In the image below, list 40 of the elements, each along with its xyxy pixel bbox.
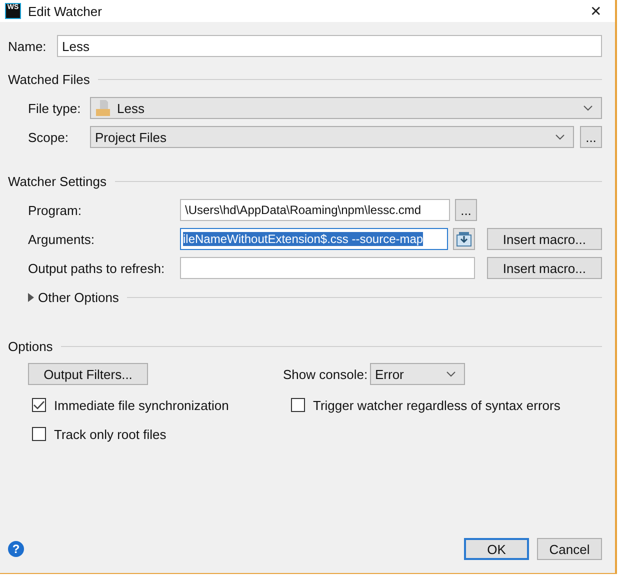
input-field[interactable]: \Users\hd\AppData\Roaming\npm\lessc.cmd [180,199,450,221]
expander-toggle[interactable]: Other Options [28,290,119,304]
checkbox[interactable] [32,427,46,441]
field-label: Name: [8,38,48,54]
input-field[interactable]: ileNameWithoutExtension$.css --source-map [180,228,448,250]
window-title: Edit Watcher [28,4,103,18]
ok-button[interactable]: OK [464,538,529,560]
insert-icon [456,231,472,247]
field-label: Program: [28,202,82,218]
chevron-down-icon [446,371,456,377]
console-dropdown[interactable]: Error [370,363,465,385]
cancel-button[interactable]: Cancel [537,538,602,560]
field-label: Scope: [28,130,70,144]
file-type-dropdown[interactable]: Less [90,97,602,119]
section-title: Options [8,338,53,354]
checkbox-label: Immediate file synchronization [54,398,229,412]
checkbox[interactable] [291,398,305,412]
scope-dropdown[interactable]: Project Files [90,126,574,148]
input-field[interactable] [180,257,475,279]
field-label: Arguments: [28,232,96,246]
chevron-down-icon [583,105,593,111]
chevron-down-icon [555,134,565,140]
output-filters-button[interactable]: Output Filters... [28,363,148,385]
insert-macro-button[interactable]: Insert macro... [486,228,602,250]
browse-button[interactable]: ... [580,126,602,148]
section-title: Watched Files [8,72,90,86]
insert-macro-button[interactable]: Insert macro... [486,257,602,279]
less-file-icon [95,100,111,116]
field-label: Output paths to refresh: [28,260,166,276]
help-button[interactable]: ? [8,541,24,557]
field-label: Show console: [283,366,369,382]
checkbox-label: Track only root files [54,426,166,442]
input-field[interactable]: Less [57,35,602,57]
field-label: File type: [28,100,82,116]
section-title: Watcher Settings [8,174,107,188]
insert-button[interactable] [453,228,475,250]
checkbox[interactable] [32,398,46,412]
close-button[interactable]: ✕ [577,0,615,22]
browse-button[interactable]: ... [455,199,477,221]
checkbox-label: Trigger watcher regardless of syntax errors [313,398,560,412]
